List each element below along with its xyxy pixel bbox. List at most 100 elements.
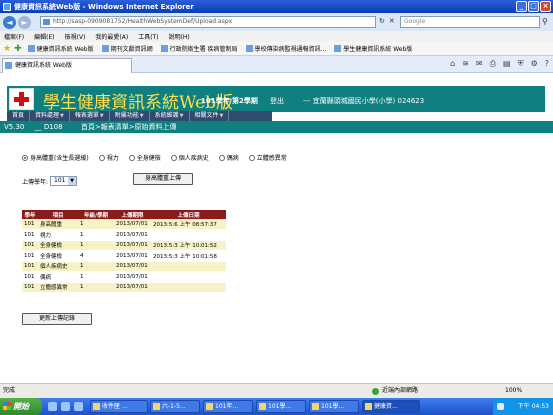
taskbar-button[interactable]: 101學... bbox=[256, 400, 306, 413]
menu-tools[interactable]: 工具(T) bbox=[138, 32, 158, 41]
table-row: 101 身高體重 1 2013/07/01 2013:5:6 上午 08:57:37 bbox=[22, 219, 226, 230]
radio-medical-history[interactable]: 個人疾病史 bbox=[170, 153, 209, 162]
main-menu: 首頁 資料處理 ▼ 報表選單 ▼ 附屬功能 ▼ 系統維護 ▼ 相關文件 ▼ bbox=[7, 111, 272, 121]
security-zone[interactable]: 近端內部網路 bbox=[372, 384, 418, 398]
upload-records-table: 學年 項目 年級/學期 上傳期限 上傳日期 101 身高體重 1 2013/07/01… bbox=[22, 210, 226, 293]
menu-bar: 檔案(F) 編輯(E) 檢視(V) 我的最愛(A) 工具(T) 說明(H) bbox=[0, 31, 553, 42]
mail-icon[interactable]: ✉ bbox=[476, 59, 483, 69]
table-row: 101 視力 1 2013/07/01 bbox=[22, 229, 226, 241]
favorite-link[interactable]: 學生健康資訊系統 Web版 bbox=[334, 44, 412, 53]
media-icon[interactable] bbox=[74, 402, 83, 411]
menu-reports[interactable]: 報表選單 ▼ bbox=[70, 111, 110, 121]
logout-link[interactable]: 登出 bbox=[270, 96, 284, 106]
add-favorite-icon[interactable]: ✚ bbox=[14, 44, 22, 54]
table-row: 101 偶病 1 2013/07/01 bbox=[22, 271, 226, 283]
taskbar-button[interactable]: 101學... bbox=[309, 400, 359, 413]
minimize-button[interactable]: _ bbox=[516, 1, 527, 12]
menu-data-processing[interactable]: 資料處理 ▼ bbox=[30, 111, 70, 121]
refresh-icon[interactable]: ↻ bbox=[379, 17, 385, 25]
print-icon[interactable]: ⎙ bbox=[490, 59, 496, 69]
page-icon bbox=[160, 45, 168, 52]
page-menu-icon[interactable]: ▤ bbox=[503, 59, 511, 69]
taskbar-button[interactable]: 六-1-5... bbox=[150, 400, 200, 413]
radio-indicator[interactable] bbox=[170, 154, 177, 161]
menu-help[interactable]: 說明(H) bbox=[169, 32, 190, 41]
menu-view[interactable]: 檢視(V) bbox=[65, 32, 86, 41]
column-header: 項目 bbox=[38, 210, 78, 219]
close-button[interactable]: × bbox=[540, 1, 551, 12]
search-placeholder: Google bbox=[404, 18, 426, 25]
zoom-level[interactable]: 100% bbox=[505, 384, 522, 398]
start-button[interactable]: 開始 bbox=[0, 398, 42, 415]
taskbar-button[interactable]: 101年... bbox=[203, 400, 253, 413]
maximize-button[interactable]: □ bbox=[528, 1, 539, 12]
favorite-link[interactable]: 健康資訊系統 Web版 bbox=[27, 44, 94, 53]
radio-vision[interactable]: 視力 bbox=[98, 153, 119, 162]
breadcrumb: 首頁>報表清單>原始資料上傳 bbox=[80, 123, 177, 131]
radio-height-weight[interactable]: 身高體重(含生長遲緩) bbox=[22, 153, 89, 162]
chevron-down-icon: ▼ bbox=[60, 113, 64, 119]
taskbar-button[interactable]: 收件匣 ... bbox=[90, 400, 148, 413]
window-title: 健康資訊系統Web版 - Windows Internet Explorer bbox=[14, 2, 194, 11]
stop-icon[interactable]: ✕ bbox=[389, 17, 395, 25]
menu-edit[interactable]: 編輯(E) bbox=[34, 32, 54, 41]
menu-system-maintenance[interactable]: 系統維護 ▼ bbox=[150, 111, 190, 121]
table-row: 101 全身健檢 4 2013/07/01 2013:5:3 上午 10:01:58 bbox=[22, 250, 226, 262]
upload-type-radio-group: 身高體重(含生長遲緩) 視力 全身健檢 個人疾病史 偶病 立體感異常 bbox=[22, 153, 297, 162]
page-icon bbox=[43, 19, 50, 25]
radio-stereo-vision[interactable]: 立體感異常 bbox=[248, 153, 287, 162]
radio-indicator[interactable] bbox=[22, 154, 28, 161]
favorite-link[interactable]: 行政院衛生署 疾病管制局 bbox=[160, 44, 238, 53]
page-icon bbox=[5, 62, 12, 69]
back-button[interactable]: ◄ bbox=[3, 15, 16, 29]
address-toolbar: ◄ ► http://sasp-0909081752/HealthWebSyst… bbox=[0, 13, 553, 31]
table-row: 101 個人疾病史 1 2013/07/01 bbox=[22, 261, 226, 272]
radio-indicator[interactable] bbox=[98, 154, 105, 161]
chevron-down-icon[interactable]: ▼ bbox=[68, 177, 77, 185]
radio-full-checkup[interactable]: 全身健檢 bbox=[128, 153, 161, 162]
favorite-link[interactable]: 期刊文獻資訊網 bbox=[101, 44, 153, 53]
address-input[interactable]: http://sasp-0909081752/HealthWebSystemDe… bbox=[40, 16, 376, 28]
year-row: 上傳學年: 101 ▼ bbox=[22, 176, 78, 186]
update-records-button[interactable]: 更新上傳記錄 bbox=[22, 313, 92, 325]
radio-occasional-illness[interactable]: 偶病 bbox=[218, 153, 239, 162]
help-icon[interactable]: ? bbox=[545, 59, 549, 69]
breadcrumb-bar: V5.30 __ D108 首頁>報表清單>原始資料上傳 bbox=[0, 121, 553, 133]
menu-documents[interactable]: 相關文件 ▼ bbox=[190, 111, 230, 121]
desktop-icon[interactable] bbox=[61, 402, 70, 411]
menu-extra-functions[interactable]: 附屬功能 ▼ bbox=[110, 111, 150, 121]
menu-file[interactable]: 檔案(F) bbox=[4, 32, 24, 41]
menu-favorites[interactable]: 我的最愛(A) bbox=[95, 32, 128, 41]
forward-button[interactable]: ► bbox=[18, 15, 31, 29]
network-icon[interactable] bbox=[497, 403, 504, 410]
ie-icon[interactable] bbox=[48, 402, 57, 411]
search-icon[interactable]: ⚲ bbox=[542, 17, 548, 26]
search-input[interactable]: Google bbox=[400, 16, 540, 28]
feeds-icon[interactable]: ≋ bbox=[462, 59, 469, 69]
upload-button[interactable]: 身高體重上傳 bbox=[133, 173, 193, 185]
year-select[interactable]: 101 ▼ bbox=[50, 176, 78, 186]
column-header: 上傳日期 bbox=[151, 210, 226, 219]
address-url: http://sasp-0909081752/HealthWebSystemDe… bbox=[53, 18, 233, 25]
radio-indicator[interactable] bbox=[248, 154, 255, 161]
taskbar-button-active[interactable]: 健康資... bbox=[362, 400, 420, 413]
safety-menu-icon[interactable]: ⛨ bbox=[518, 59, 524, 69]
tab-bar: 健康資訊系統 Web版 ⌂ ≋ ✉ ⎙ ▤ ⛨ ⚙ ? bbox=[0, 56, 553, 73]
radio-indicator[interactable] bbox=[218, 154, 225, 161]
radio-indicator[interactable] bbox=[128, 154, 135, 161]
favorites-star-icon[interactable]: ★ bbox=[3, 44, 11, 54]
browser-tab[interactable]: 健康資訊系統 Web版 bbox=[2, 58, 132, 73]
favorite-link[interactable]: 學校傳染病監視通報資訊... bbox=[245, 44, 326, 53]
home-icon[interactable]: ⌂ bbox=[450, 59, 455, 69]
year-label: 上傳學年: bbox=[22, 178, 49, 186]
table-header-row: 學年 項目 年級/學期 上傳期限 上傳日期 bbox=[22, 210, 226, 219]
page-content: 學生健康資訊系統Web版 101學年 第2學期 登出 --- 宜蘭縣頭城國民小學… bbox=[0, 73, 553, 383]
table-row: 101 全身健檢 1 2013/07/01 2013:5:3 上午 10:01:52 bbox=[22, 240, 226, 251]
menu-home[interactable]: 首頁 bbox=[7, 111, 31, 121]
year-value: 101 bbox=[54, 177, 66, 184]
tools-menu-icon[interactable]: ⚙ bbox=[531, 59, 538, 69]
page-icon bbox=[245, 45, 253, 52]
tab-title: 健康資訊系統 Web版 bbox=[15, 62, 72, 69]
ie-icon bbox=[3, 2, 11, 11]
window-titlebar: 健康資訊系統Web版 - Windows Internet Explorer _… bbox=[0, 0, 553, 13]
